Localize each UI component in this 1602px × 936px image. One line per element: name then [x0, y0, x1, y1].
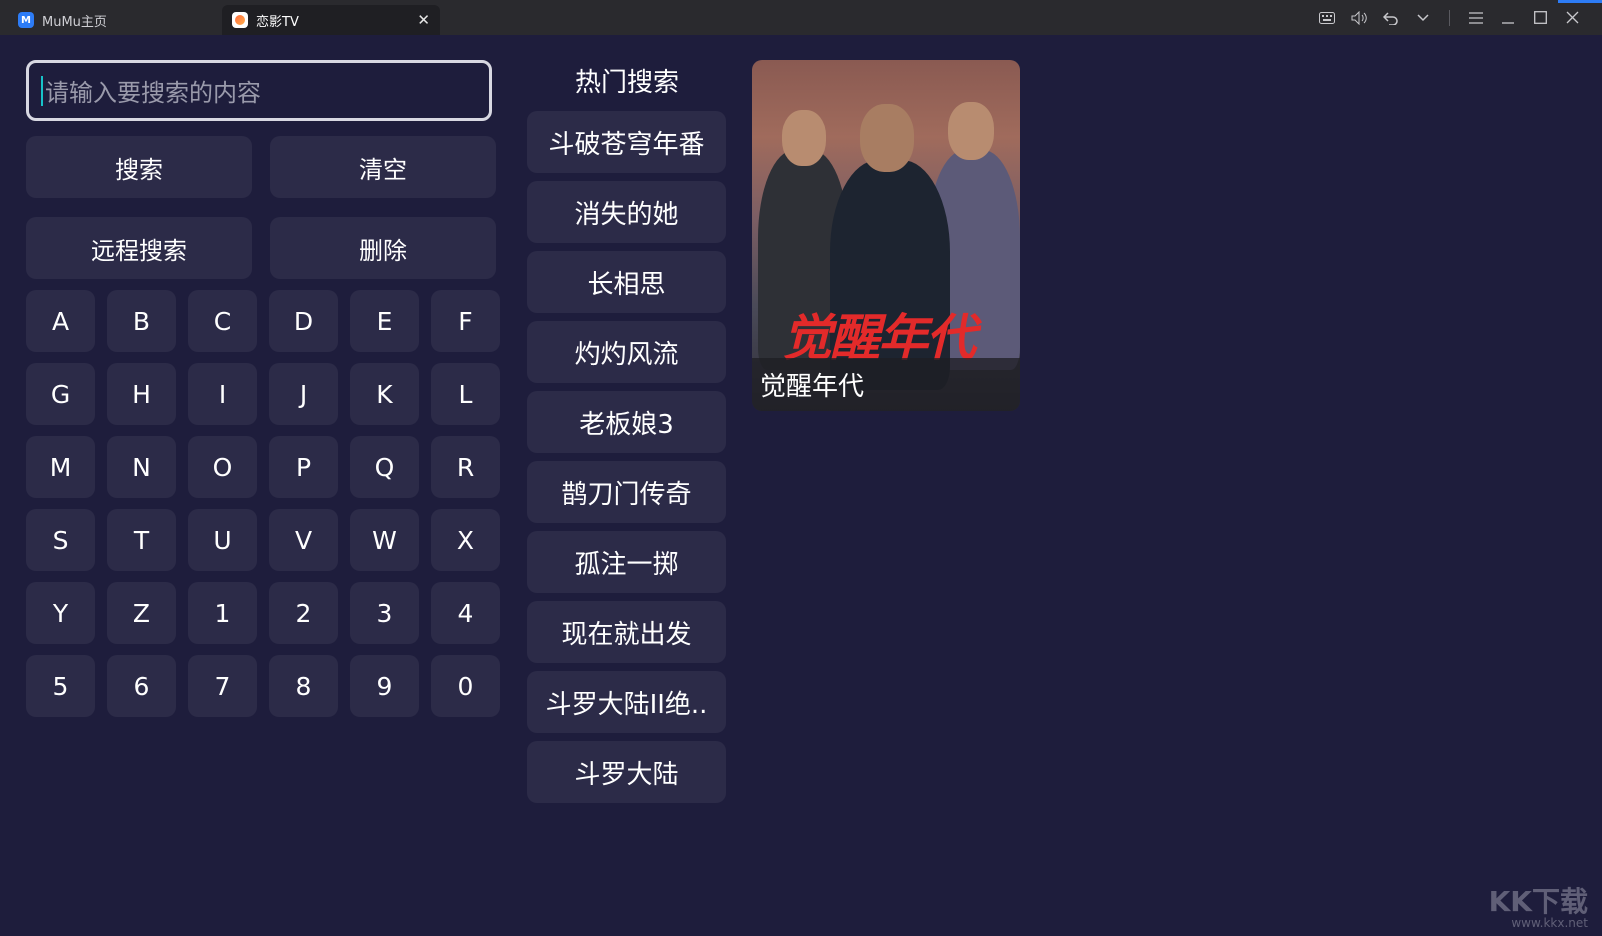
- watermark-main: KK下载: [1488, 885, 1588, 918]
- tab-label: 恋影TV: [256, 14, 299, 30]
- menu-icon[interactable]: [1460, 0, 1492, 35]
- key-e[interactable]: E: [350, 290, 419, 352]
- hot-search-item[interactable]: 消失的她: [527, 181, 726, 243]
- text-caret: [41, 75, 43, 106]
- poster-face-center: [860, 104, 914, 172]
- key-c[interactable]: C: [188, 290, 257, 352]
- delete-button[interactable]: 删除: [270, 217, 496, 279]
- poster-caption: 觉醒年代: [752, 358, 1020, 411]
- key-a[interactable]: A: [26, 290, 95, 352]
- search-button[interactable]: 搜索: [26, 136, 252, 198]
- hot-search-item[interactable]: 长相思: [527, 251, 726, 313]
- volume-icon[interactable]: [1343, 0, 1375, 35]
- key-z[interactable]: Z: [107, 582, 176, 644]
- hot-search-title: 热门搜索: [574, 67, 679, 98]
- result-poster-card[interactable]: 觉醒年代 觉醒年代: [752, 60, 1020, 411]
- key-h[interactable]: H: [107, 363, 176, 425]
- app-icon: [232, 12, 248, 28]
- key-y[interactable]: Y: [26, 582, 95, 644]
- hot-search-item[interactable]: 灼灼风流: [527, 321, 726, 383]
- window-controls: [1311, 0, 1588, 35]
- key-6[interactable]: 6: [107, 655, 176, 717]
- key-g[interactable]: G: [26, 363, 95, 425]
- key-r[interactable]: R: [431, 436, 500, 498]
- key-k[interactable]: K: [350, 363, 419, 425]
- key-t[interactable]: T: [107, 509, 176, 571]
- tab-mumu-home[interactable]: M MuMu主页: [10, 5, 210, 35]
- maximize-icon[interactable]: [1524, 0, 1556, 35]
- watermark: KK下载 www.kkx.net: [1488, 885, 1588, 931]
- hot-search-item[interactable]: 孤注一掷: [527, 531, 726, 593]
- watermark-sub: www.kkx.net: [1511, 916, 1588, 930]
- key-u[interactable]: U: [188, 509, 257, 571]
- hot-search-item[interactable]: 鹊刀门传奇: [527, 461, 726, 523]
- key-i[interactable]: I: [188, 363, 257, 425]
- key-j[interactable]: J: [269, 363, 338, 425]
- hot-search-item[interactable]: 斗罗大陆: [527, 741, 726, 803]
- key-d[interactable]: D: [269, 290, 338, 352]
- key-4[interactable]: 4: [431, 582, 500, 644]
- key-3[interactable]: 3: [350, 582, 419, 644]
- mumu-logo-icon: M: [18, 12, 34, 28]
- hot-search-item[interactable]: 斗罗大陆II绝..: [527, 671, 726, 733]
- separator: [1449, 9, 1450, 26]
- minimize-icon[interactable]: [1492, 0, 1524, 35]
- key-x[interactable]: X: [431, 509, 500, 571]
- key-f[interactable]: F: [431, 290, 500, 352]
- back-icon[interactable]: [1375, 0, 1407, 35]
- close-icon[interactable]: [1556, 0, 1588, 35]
- key-o[interactable]: O: [188, 436, 257, 498]
- search-placeholder: 请输入要搜索的内容: [45, 79, 261, 107]
- hot-search-item[interactable]: 现在就出发: [527, 601, 726, 663]
- tab-label: MuMu主页: [42, 14, 107, 30]
- hot-search-item[interactable]: 老板娘3: [527, 391, 726, 453]
- clear-button[interactable]: 清空: [270, 136, 496, 198]
- keyboard-icon[interactable]: [1311, 0, 1343, 35]
- key-5[interactable]: 5: [26, 655, 95, 717]
- accent-strip: [1558, 0, 1602, 3]
- key-w[interactable]: W: [350, 509, 419, 571]
- key-8[interactable]: 8: [269, 655, 338, 717]
- remote-search-button[interactable]: 远程搜索: [26, 217, 252, 279]
- poster-face-right: [948, 102, 994, 160]
- key-9[interactable]: 9: [350, 655, 419, 717]
- key-s[interactable]: S: [26, 509, 95, 571]
- tab-close-icon[interactable]: ✕: [417, 11, 430, 29]
- key-q[interactable]: Q: [350, 436, 419, 498]
- title-bar: M MuMu主页 恋影TV ✕: [0, 0, 1602, 35]
- key-0[interactable]: 0: [431, 655, 500, 717]
- key-l[interactable]: L: [431, 363, 500, 425]
- key-1[interactable]: 1: [188, 582, 257, 644]
- chevron-down-icon[interactable]: [1407, 0, 1439, 35]
- key-p[interactable]: P: [269, 436, 338, 498]
- key-7[interactable]: 7: [188, 655, 257, 717]
- search-input[interactable]: 请输入要搜索的内容: [26, 60, 492, 121]
- key-v[interactable]: V: [269, 509, 338, 571]
- key-b[interactable]: B: [107, 290, 176, 352]
- tab-app[interactable]: 恋影TV ✕: [222, 5, 440, 35]
- key-m[interactable]: M: [26, 436, 95, 498]
- poster-face-left: [782, 110, 826, 166]
- key-2[interactable]: 2: [269, 582, 338, 644]
- hot-search-item[interactable]: 斗破苍穹年番: [527, 111, 726, 173]
- key-n[interactable]: N: [107, 436, 176, 498]
